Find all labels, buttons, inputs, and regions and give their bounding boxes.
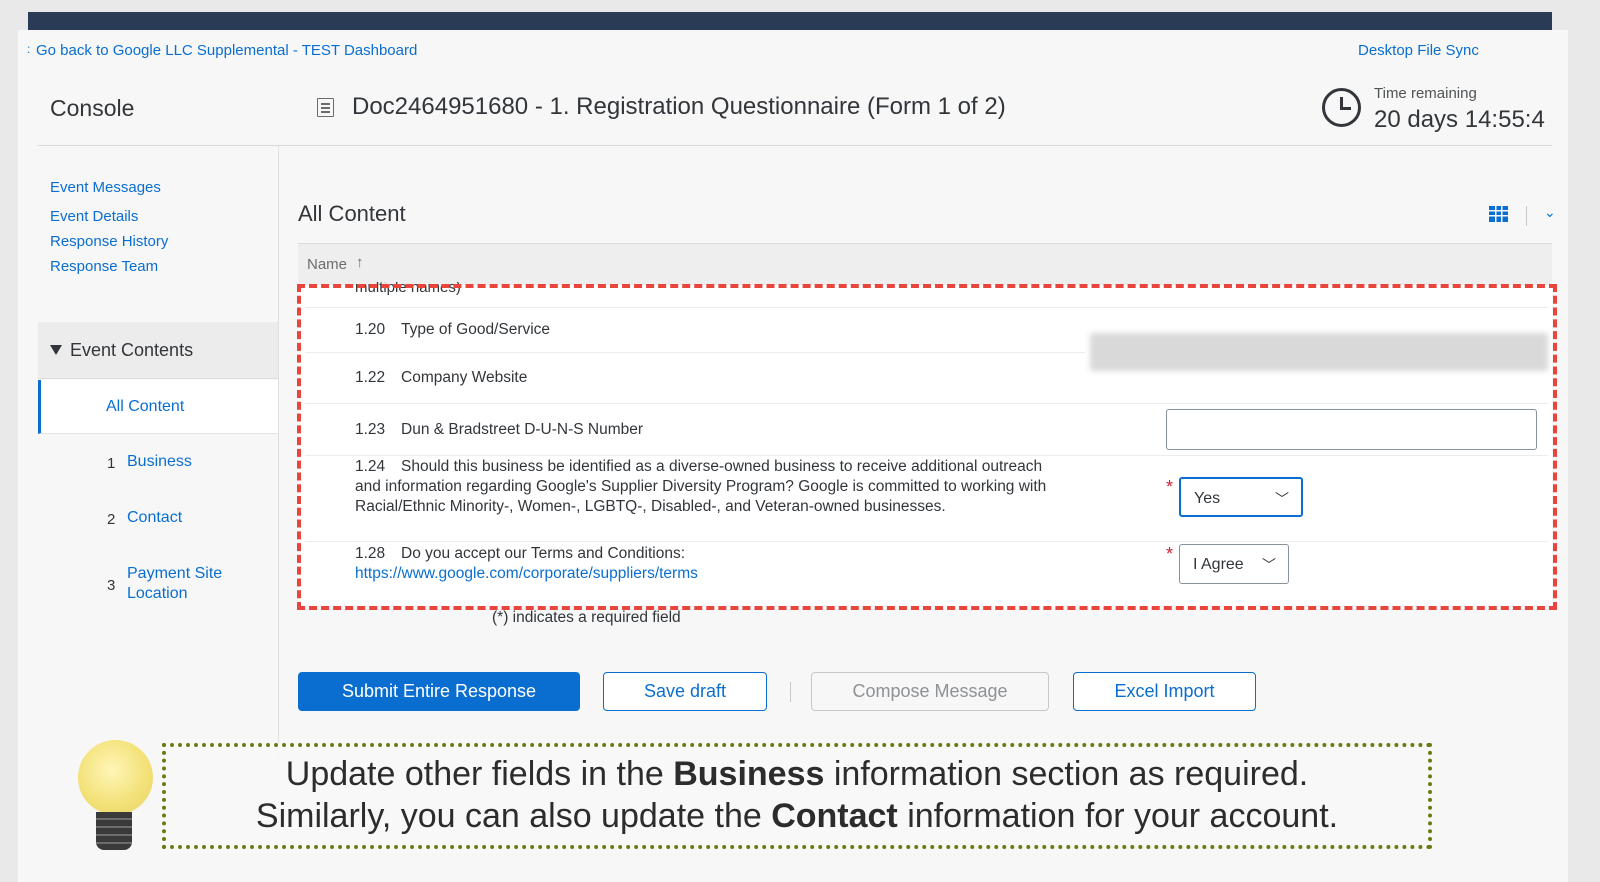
sidebar-item-all-content-label[interactable]: All Content (106, 398, 184, 416)
top-bar (28, 12, 1552, 30)
column-header-name[interactable]: Name (307, 256, 347, 273)
tip-text: information section as required. (824, 755, 1309, 793)
time-remaining-label: Time remaining (1374, 85, 1477, 102)
submit-entire-response-button[interactable]: Submit Entire Response (298, 672, 580, 711)
sidebar-link-response-history[interactable]: Response History (50, 233, 168, 250)
console-title: Console (50, 95, 135, 121)
tip-text: Similarly, you can also update the (255, 797, 772, 835)
time-remaining-value: 20 days 14:55:4 (1374, 106, 1545, 133)
section-number: 3 (107, 577, 116, 594)
section-number: 2 (107, 511, 116, 528)
document-icon (317, 98, 334, 117)
table-header (298, 243, 1552, 285)
tip-text: Update other fields in the (285, 755, 674, 793)
event-contents-label[interactable]: Event Contents (70, 340, 193, 361)
tip-bold-text: Contact (771, 797, 898, 835)
save-draft-button[interactable]: Save draft (603, 672, 767, 711)
tip-bold-text: Business (673, 755, 825, 793)
excel-import-button[interactable]: Excel Import (1073, 672, 1256, 711)
compose-message-button[interactable]: Compose Message (811, 672, 1049, 711)
sidebar-link-event-messages[interactable]: Event Messages (50, 179, 161, 196)
required-field-note: (*) indicates a required field (492, 609, 681, 626)
tip-line-2: Similarly, you can also update the Conta… (162, 797, 1432, 836)
section-number: 1 (107, 455, 116, 472)
tip-line-1: Update other fields in the Business info… (162, 755, 1432, 794)
clock-icon (1322, 88, 1361, 127)
back-to-dashboard-link[interactable]: Go back to Google LLC Supplemental - TES… (27, 42, 417, 59)
desktop-file-sync-link[interactable]: Desktop File Sync (1358, 42, 1479, 59)
sidebar-item-payment-site-location[interactable]: Payment Site Location (127, 564, 237, 604)
sidebar-link-response-team[interactable]: Response Team (50, 258, 158, 275)
tip-text: information for your account. (897, 797, 1339, 835)
lightbulb-base-icon (96, 812, 132, 850)
sidebar-link-event-details[interactable]: Event Details (50, 208, 138, 225)
lightbulb-icon (78, 740, 153, 815)
highlight-frame (297, 284, 1557, 610)
sidebar-item-contact[interactable]: Contact (127, 508, 182, 528)
section-title: All Content (298, 201, 406, 226)
sort-ascending-icon[interactable]: ↑ (356, 254, 364, 271)
caret-down-icon[interactable] (50, 345, 62, 355)
page-title: Doc2464951680 - 1. Registration Question… (352, 93, 1006, 120)
table-view-icon[interactable] (1489, 206, 1508, 222)
table-options-icon[interactable]: ⌄ (1544, 204, 1556, 221)
sidebar-item-business[interactable]: Business (127, 452, 192, 472)
toolbar-divider (1526, 206, 1527, 226)
button-divider (790, 682, 791, 702)
